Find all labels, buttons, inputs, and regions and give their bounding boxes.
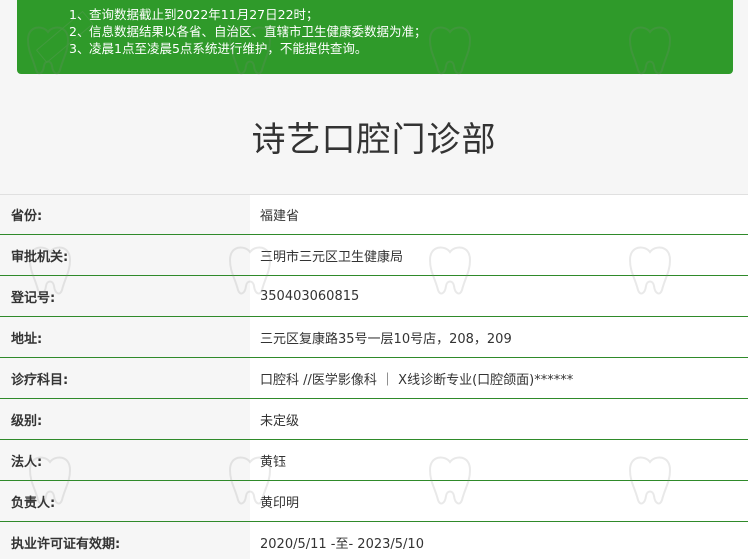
notice-item-number: 3、: [69, 41, 90, 56]
info-table: 省份: 福建省 审批机关: 三明市三元区卫生健康局 登记号: 350403060…: [0, 194, 748, 559]
info-row-level: 级别: 未定级: [0, 399, 748, 440]
row-label: 法人:: [11, 454, 43, 470]
page: 1、 查询数据截止到2022年11月27日22时； 2、 信息数据结果以各省、自…: [0, 0, 748, 559]
info-row-address: 地址: 三元区复康路35号一层10号店，208，209: [0, 317, 748, 358]
info-row-person-in-charge: 负责人: 黄印明: [0, 481, 748, 522]
info-row-license-validity: 执业许可证有效期: 2020/5/11 -至- 2023/5/10: [0, 522, 748, 559]
notice-item-number: 1、: [69, 7, 90, 22]
page-title: 诗艺口腔门诊部: [251, 120, 497, 160]
notice-item-text: 信息数据结果以各省、自治区、直辖市卫生健康委数据为准；: [89, 24, 427, 39]
row-label: 执业许可证有效期:: [11, 536, 121, 552]
row-label: 省份:: [11, 209, 43, 224]
info-row-approval-authority: 审批机关: 三明市三元区卫生健康局: [0, 235, 748, 276]
info-row-registration-number: 登记号: 350403060815: [0, 276, 748, 317]
row-value: 未定级: [250, 399, 748, 439]
notice-item-text: 查询数据截止到2022年11月27日22时；: [89, 7, 319, 22]
row-value: 350403060815: [250, 276, 748, 316]
notice-item: 2、 信息数据结果以各省、自治区、直辖市卫生健康委数据为准；: [69, 23, 733, 40]
notice-item-text: 凌晨1点至凌晨5点系统进行维护，不能提供查询。: [89, 41, 368, 56]
notice-list: 1、 查询数据截止到2022年11月27日22时； 2、 信息数据结果以各省、自…: [69, 6, 733, 57]
notice-item-number: 2、: [69, 24, 90, 39]
info-row-legal-person: 法人: 黄钰: [0, 440, 748, 481]
row-value: 黄印明: [250, 481, 748, 521]
row-value: 三元区复康路35号一层10号店，208，209: [250, 317, 748, 357]
title-container: 诗艺口腔门诊部: [0, 100, 748, 180]
notice-item: 3、 凌晨1点至凌晨5点系统进行维护，不能提供查询。: [69, 40, 733, 57]
notice-banner: 1、 查询数据截止到2022年11月27日22时； 2、 信息数据结果以各省、自…: [17, 0, 733, 74]
row-value: 2020/5/11 -至- 2023/5/10: [250, 522, 748, 559]
row-label: 登记号:: [11, 290, 56, 306]
row-value: 黄钰: [250, 440, 748, 480]
info-row-treatment-subjects: 诊疗科目: 口腔科 //医学影像科 ｜ X线诊断专业(口腔颌面)******: [0, 358, 748, 399]
row-label: 诊疗科目:: [11, 372, 69, 388]
row-value: 福建省: [250, 195, 748, 234]
row-label: 级别:: [11, 413, 43, 429]
row-label: 审批机关:: [11, 249, 69, 265]
notice-item: 1、 查询数据截止到2022年11月27日22时；: [69, 6, 733, 23]
info-row-province: 省份: 福建省: [0, 194, 748, 235]
row-value: 三明市三元区卫生健康局: [250, 235, 748, 275]
row-label: 负责人:: [11, 495, 56, 511]
row-value: 口腔科 //医学影像科 ｜ X线诊断专业(口腔颌面)******: [250, 358, 748, 398]
row-label: 地址:: [11, 331, 43, 347]
